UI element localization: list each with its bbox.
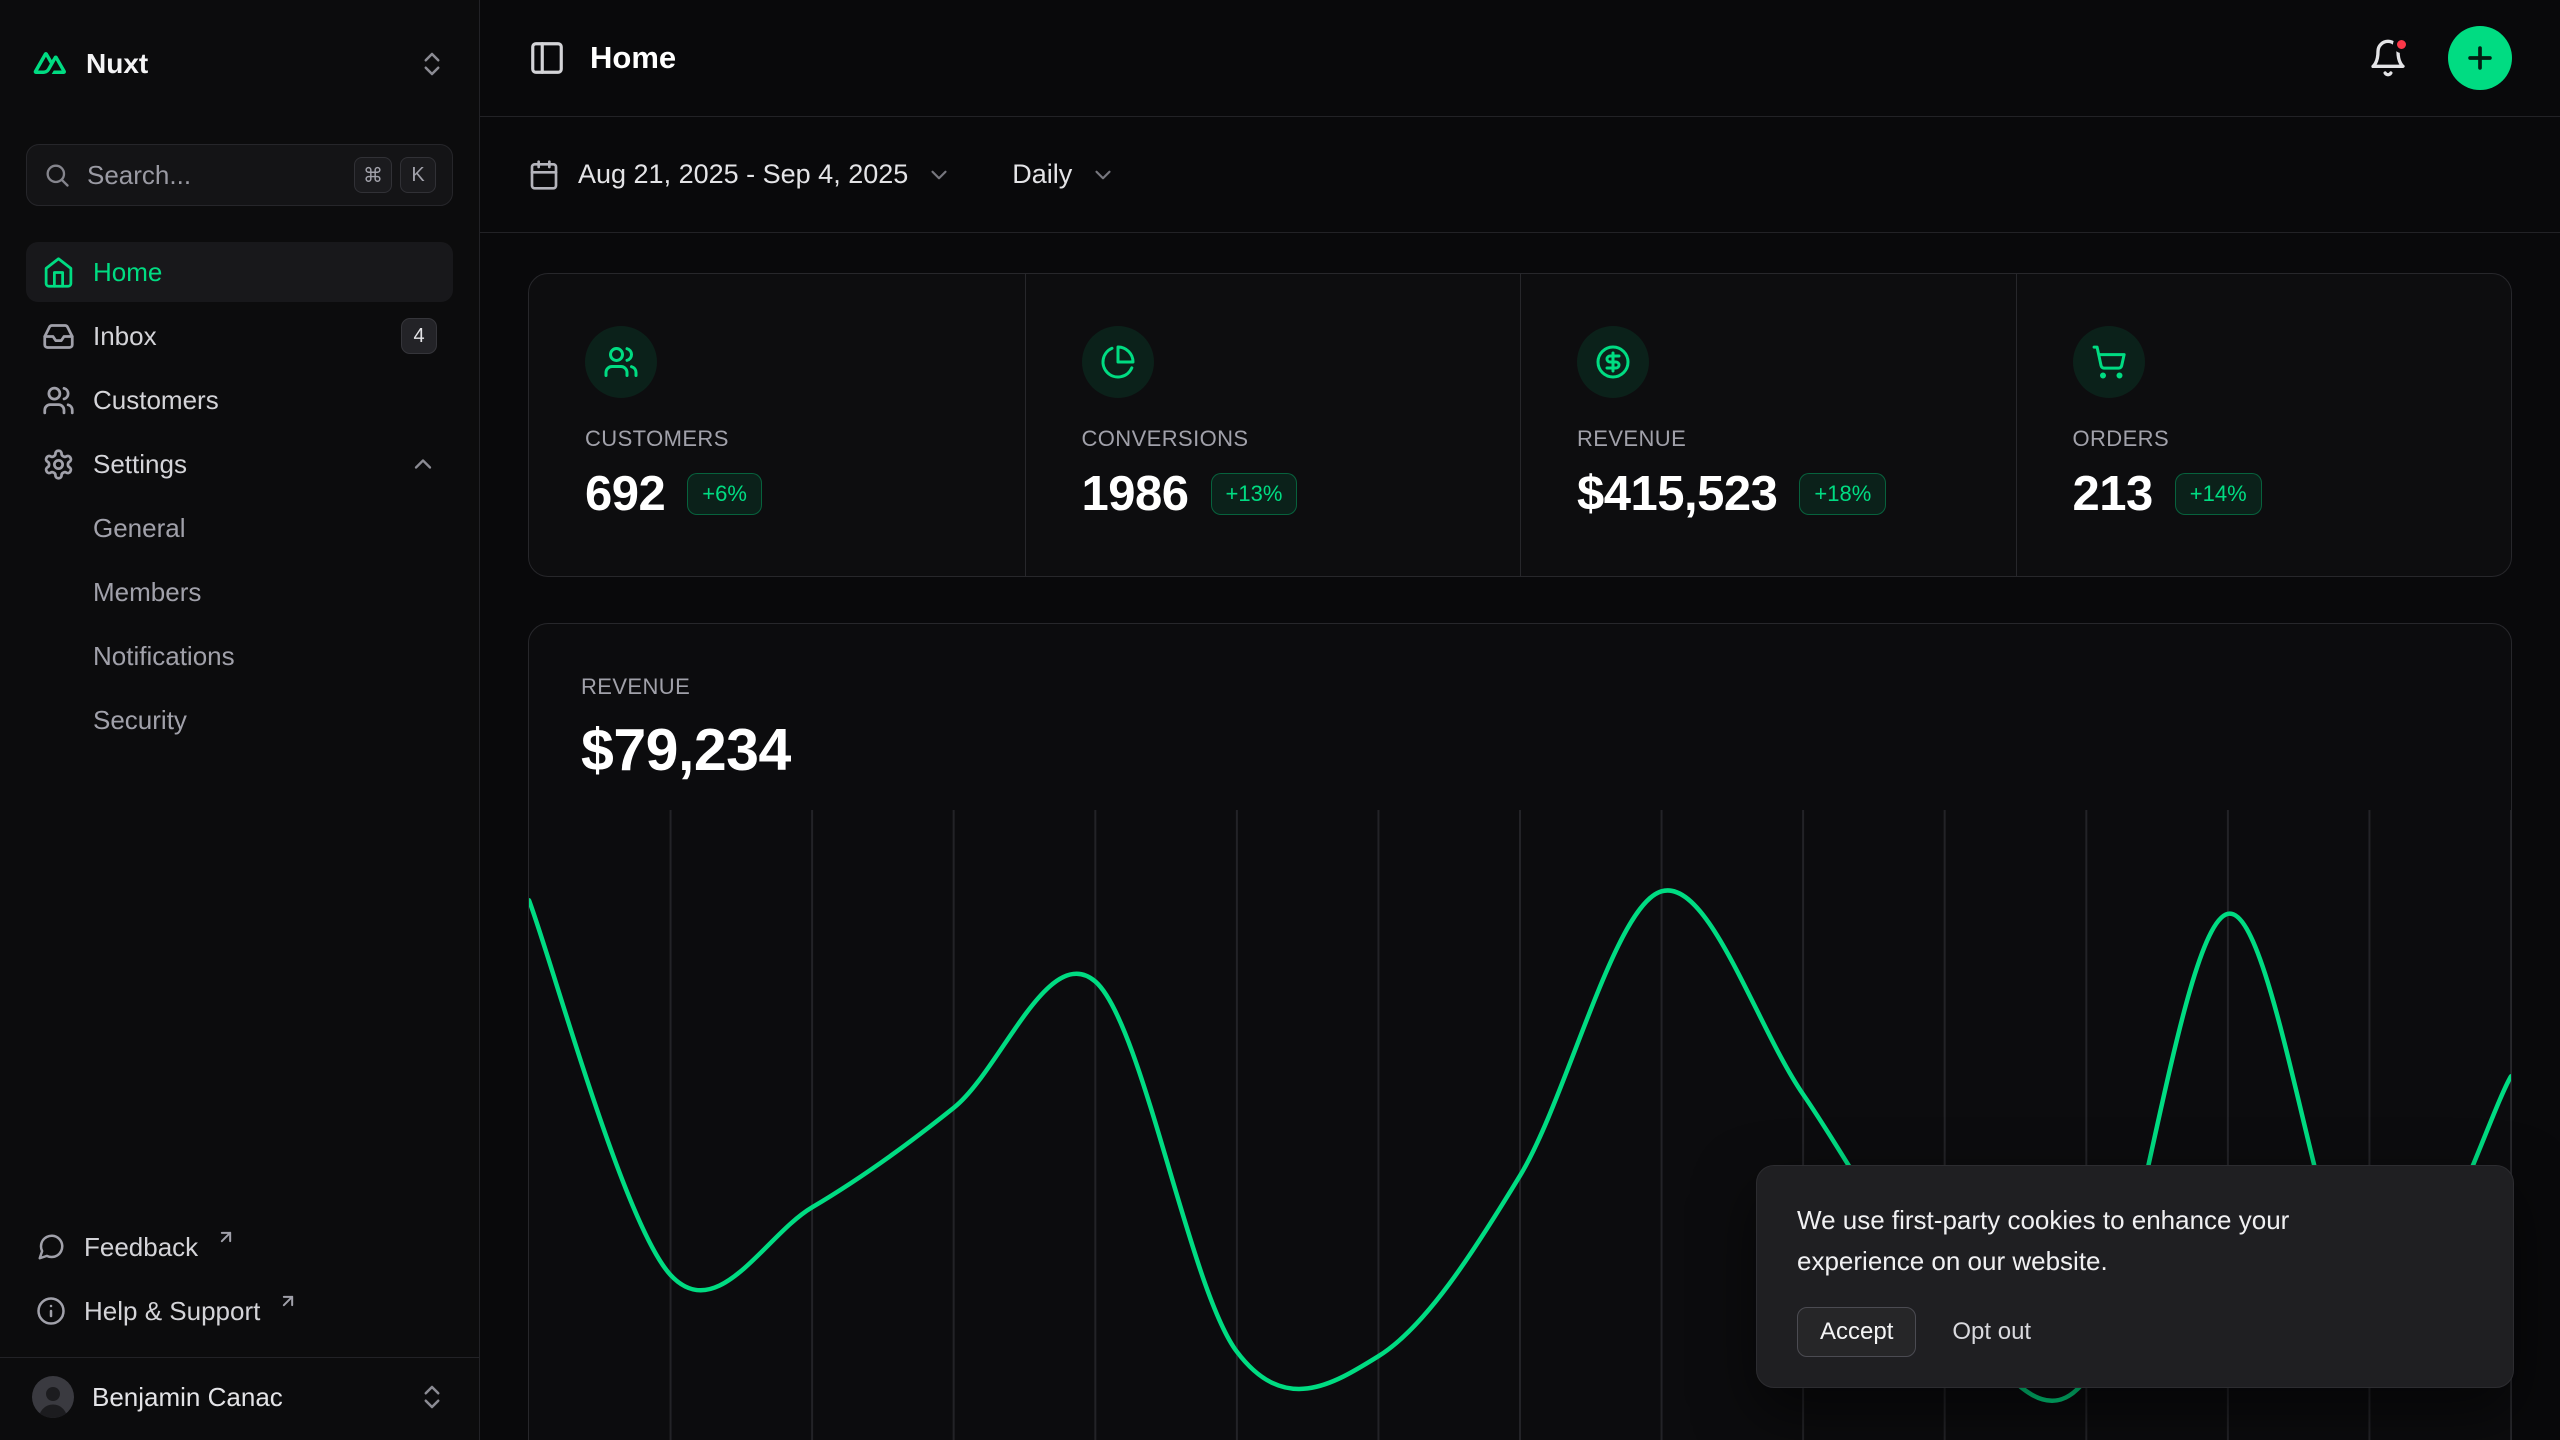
feedback-link[interactable]: Feedback (26, 1215, 453, 1279)
stat-conversions: CONVERSIONS 1986 +13% (1025, 274, 1521, 576)
chevron-down-icon (926, 162, 952, 188)
stat-label: CUSTOMERS (585, 426, 969, 452)
date-range-picker[interactable]: Aug 21, 2025 - Sep 4, 2025 (528, 159, 952, 191)
users-icon (42, 384, 75, 417)
help-support-link[interactable]: Help & Support (26, 1279, 453, 1343)
date-range-value: Aug 21, 2025 - Sep 4, 2025 (578, 159, 908, 190)
chevron-down-icon (1090, 162, 1116, 188)
calendar-icon (528, 159, 560, 191)
sidebar-item-home[interactable]: Home (26, 242, 453, 302)
stat-delta-badge: +6% (687, 473, 762, 515)
person-silhouette-icon (32, 1380, 74, 1418)
filters-toolbar: Aug 21, 2025 - Sep 4, 2025 Daily (480, 117, 2560, 233)
panel-left-icon[interactable] (528, 39, 566, 77)
stat-label: CONVERSIONS (1082, 426, 1465, 452)
stat-label: ORDERS (2073, 426, 2456, 452)
stat-value: 692 (585, 466, 665, 522)
sidebar-item-label: Home (93, 257, 162, 288)
stat-label: REVENUE (1577, 426, 1960, 452)
revenue-card-label: REVENUE (529, 674, 2511, 700)
sidebar-item-settings[interactable]: Settings (26, 434, 453, 494)
feedback-label: Feedback (84, 1232, 198, 1263)
stat-delta-badge: +18% (1799, 473, 1886, 515)
workspace-name: Nuxt (86, 48, 148, 80)
notification-dot (2393, 36, 2410, 53)
cookie-actions: Accept Opt out (1797, 1307, 2473, 1357)
inbox-icon (42, 320, 75, 353)
header-actions (2368, 26, 2512, 90)
user-name: Benjamin Canac (92, 1382, 283, 1413)
add-button[interactable] (2448, 26, 2512, 90)
sidebar-item-inbox[interactable]: Inbox 4 (26, 306, 453, 366)
search-kbd-hints: ⌘ K (354, 157, 436, 193)
page-header: Home (480, 0, 2560, 117)
revenue-card-value: $79,234 (529, 716, 2511, 784)
workspace-switcher[interactable]: Nuxt (26, 0, 453, 128)
sidebar-item-customers[interactable]: Customers (26, 370, 453, 430)
inbox-count-badge: 4 (401, 318, 437, 354)
stat-customers: CUSTOMERS 692 +6% (529, 274, 1025, 576)
message-bubble-icon (36, 1232, 66, 1262)
external-link-icon (278, 1291, 298, 1311)
stat-delta-badge: +14% (2175, 473, 2262, 515)
sidebar-subitem-members[interactable]: Members (26, 562, 453, 622)
avatar (32, 1376, 74, 1418)
sidebar-footer: Feedback Help & Support Benjamin Can (26, 1215, 453, 1420)
kbd-cmd: ⌘ (354, 157, 392, 193)
notifications-button[interactable] (2368, 38, 2408, 78)
stat-value: 213 (2073, 466, 2153, 522)
plus-icon (2463, 41, 2497, 75)
external-link-icon (216, 1227, 236, 1247)
stat-revenue: REVENUE $415,523 +18% (1520, 274, 2016, 576)
cookie-accept-button[interactable]: Accept (1797, 1307, 1916, 1357)
granularity-value: Daily (1012, 159, 1072, 190)
cookie-banner: We use first-party cookies to enhance yo… (1756, 1165, 2514, 1388)
search-icon (43, 161, 71, 189)
home-icon (42, 256, 75, 289)
sidebar-item-label: Customers (93, 385, 219, 416)
users-icon (585, 326, 657, 398)
stat-value: $415,523 (1577, 466, 1777, 522)
kbd-k: K (400, 157, 436, 193)
sidebar-nav: Home Inbox 4 Customers Settings (26, 242, 453, 750)
page-title: Home (590, 40, 676, 76)
stat-delta-badge: +13% (1211, 473, 1298, 515)
search-input[interactable]: Search... ⌘ K (26, 144, 453, 206)
user-menu[interactable]: Benjamin Canac (32, 1376, 447, 1418)
chevron-up-icon (409, 450, 437, 478)
cookie-optout-button[interactable]: Opt out (1952, 1318, 2031, 1346)
chevron-up-down-icon (417, 49, 447, 79)
granularity-select[interactable]: Daily (1012, 159, 1116, 190)
info-circle-icon (36, 1296, 66, 1326)
nuxt-logo-icon (32, 46, 68, 82)
sidebar-subitem-general[interactable]: General (26, 498, 453, 558)
chevron-up-down-icon (417, 1382, 447, 1412)
pie-chart-icon (1082, 326, 1154, 398)
sidebar-subitem-notifications[interactable]: Notifications (26, 626, 453, 686)
stat-orders: ORDERS 213 +14% (2016, 274, 2512, 576)
gear-icon (42, 448, 75, 481)
cookie-message: We use first-party cookies to enhance yo… (1797, 1200, 2377, 1281)
sidebar: Nuxt Search... ⌘ K Home Inbox 4 (0, 0, 480, 1440)
sidebar-item-label: Inbox (93, 321, 157, 352)
sidebar-item-label: Settings (93, 449, 187, 480)
help-support-label: Help & Support (84, 1296, 260, 1327)
user-block: Benjamin Canac (0, 1357, 479, 1420)
stat-value: 1986 (1082, 466, 1189, 522)
sidebar-subitem-security[interactable]: Security (26, 690, 453, 750)
search-placeholder: Search... (87, 160, 191, 191)
stats-summary-card: CUSTOMERS 692 +6% CONVERSIONS 1986 +13% (528, 273, 2512, 577)
shopping-cart-icon (2073, 326, 2145, 398)
circle-dollar-icon (1577, 326, 1649, 398)
